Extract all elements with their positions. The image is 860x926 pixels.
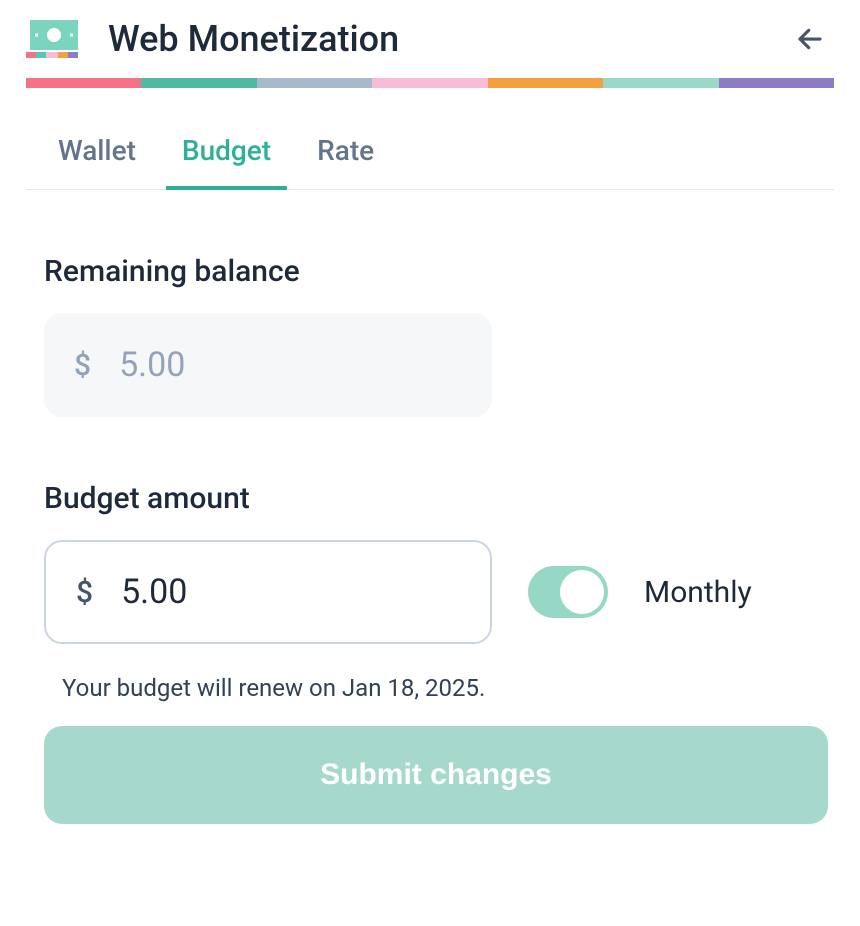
currency-symbol: $: [74, 348, 91, 383]
logo-stripes: [26, 52, 78, 58]
toggle-knob: [560, 570, 604, 614]
remaining-balance-box: $ 5.00: [44, 313, 492, 417]
header-left: Web Monetization: [26, 18, 399, 60]
remaining-balance-section: Remaining balance $ 5.00: [26, 254, 834, 417]
color-bar: [26, 78, 834, 88]
budget-amount-label: Budget amount: [44, 481, 834, 516]
tab-budget[interactable]: Budget: [182, 134, 271, 189]
budget-amount-input[interactable]: [121, 572, 460, 612]
app-logo: [26, 20, 78, 58]
remaining-balance-value: 5.00: [119, 345, 185, 385]
tabs: Wallet Budget Rate: [26, 134, 834, 190]
recurring-label: Monthly: [644, 575, 752, 610]
money-icon: [30, 20, 78, 50]
page-title: Web Monetization: [108, 18, 399, 60]
currency-symbol: $: [76, 575, 93, 610]
back-button[interactable]: [790, 19, 830, 59]
header: Web Monetization: [0, 0, 860, 78]
renewal-note: Your budget will renew on Jan 18, 2025.: [44, 674, 834, 702]
budget-input-box[interactable]: $: [44, 540, 492, 644]
tab-rate[interactable]: Rate: [317, 134, 374, 189]
submit-changes-button[interactable]: Submit changes: [44, 726, 828, 824]
arrow-left-icon: [795, 24, 825, 54]
remaining-balance-label: Remaining balance: [44, 254, 834, 289]
budget-row: $ Monthly: [44, 540, 834, 644]
tab-wallet[interactable]: Wallet: [58, 134, 136, 189]
budget-amount-section: Budget amount $ Monthly Your budget will…: [26, 481, 834, 824]
recurring-toggle[interactable]: [528, 566, 608, 618]
content: Wallet Budget Rate Remaining balance $ 5…: [0, 134, 860, 824]
